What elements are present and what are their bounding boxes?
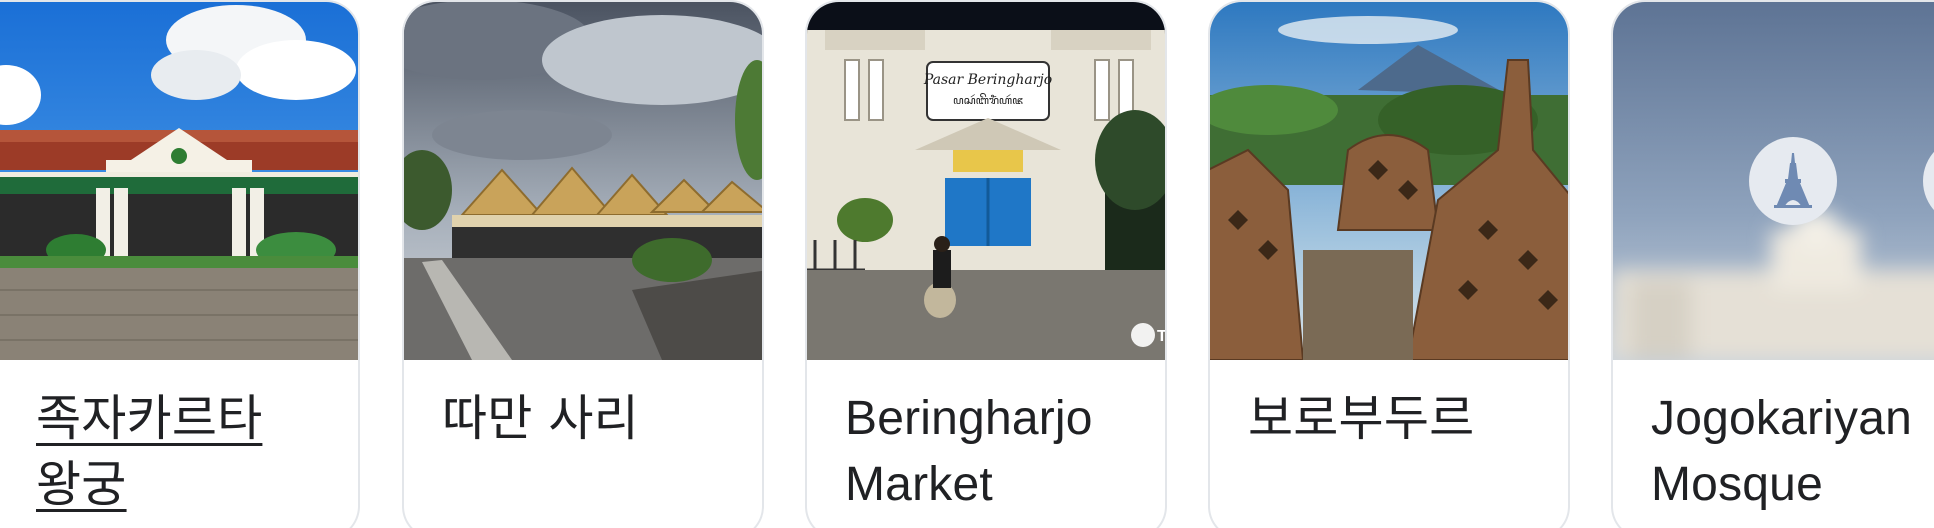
- attraction-photo-kraton: [0, 2, 358, 360]
- attraction-card-kraton[interactable]: 족자카르타 왕궁: [0, 0, 360, 528]
- market-sign-javanese: ꦥꦱꦂꦧꦼꦫꦶꦁꦲꦂꦗ: [953, 93, 1023, 107]
- attraction-card-borobudur[interactable]: 보로부두르: [1208, 0, 1570, 528]
- attraction-title[interactable]: 따만 사리: [442, 386, 742, 452]
- attraction-title-line2: Mosque: [1651, 458, 1823, 511]
- attraction-title-line1: Jogokariyan: [1651, 392, 1913, 445]
- tripadvisor-watermark: Tri: [1157, 328, 1167, 345]
- attraction-card-beringharjo[interactable]: Pasar Beringharjo ꦥꦱꦂꦧꦼꦫꦶꦁꦲꦂꦗ T Beringha…: [805, 0, 1167, 528]
- attraction-title[interactable]: Beringharjo Market: [845, 386, 1145, 518]
- market-sign-text: Pasar Beringharjo: [923, 72, 1052, 88]
- attraction-photo-beringharjo: Pasar Beringharjo ꦥꦱꦂꦧꦼꦫꦶꦁꦲꦂꦗ T: [807, 2, 1167, 360]
- attraction-title-line1: 족자카르타: [36, 390, 263, 447]
- attraction-title-line2: 왕궁: [36, 456, 127, 513]
- attraction-card-taman-sari[interactable]: 따만 사리: [402, 0, 764, 528]
- attraction-title[interactable]: 족자카르타 왕궁: [36, 386, 338, 518]
- eiffel-tower-icon: [1749, 137, 1837, 225]
- attraction-photo-borobudur: [1210, 2, 1568, 360]
- attraction-title[interactable]: 보로부두르: [1248, 386, 1548, 452]
- attraction-photo-taman-sari: [404, 2, 762, 360]
- attraction-title-line2: Market: [845, 458, 993, 511]
- attraction-title-line1: Beringharjo: [845, 392, 1093, 445]
- attractions-carousel: 족자카르타 왕궁 따만 사리 Pasar Beringharjo ꦥꦱꦂꦧꦼꦫꦶ…: [0, 0, 1934, 528]
- attraction-card-jogokariyan[interactable]: Jogokariyan Mosque: [1611, 0, 1934, 528]
- attraction-title[interactable]: Jogokariyan Mosque: [1651, 386, 1934, 518]
